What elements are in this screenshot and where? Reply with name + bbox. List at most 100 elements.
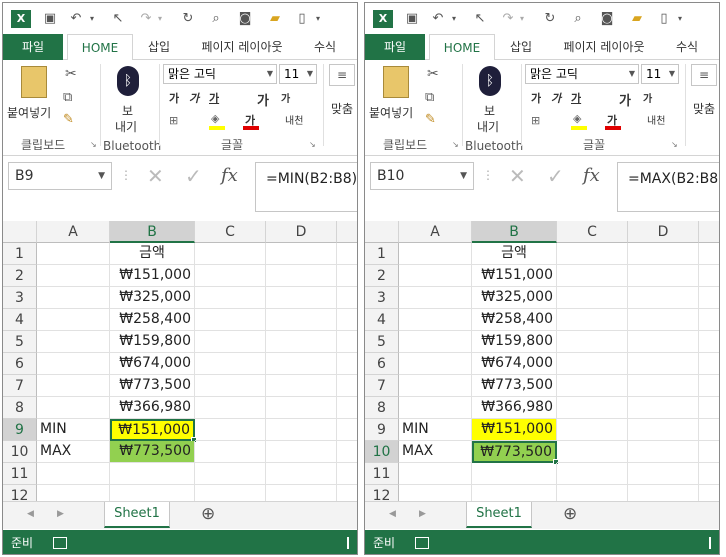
cell-empty[interactable]	[337, 309, 357, 331]
tab-page-layout[interactable]: 페이지 레이아웃	[549, 34, 659, 60]
cell-empty[interactable]	[628, 331, 699, 353]
cell-empty[interactable]	[337, 243, 357, 265]
open-folder-icon[interactable]: ▰	[265, 10, 285, 28]
tab-formulas[interactable]: 수식	[305, 34, 345, 60]
view-icon[interactable]	[709, 537, 715, 549]
scroll-tabs-right-icon[interactable]: ▶	[57, 509, 64, 519]
cell-a10[interactable]: MAX	[37, 441, 110, 463]
cell-empty[interactable]	[628, 397, 699, 419]
format-painter-icon[interactable]: ✎	[425, 112, 436, 127]
cancel-icon[interactable]: ✕	[509, 164, 526, 188]
column-header-d[interactable]: D	[266, 221, 337, 243]
cell-empty[interactable]	[699, 375, 719, 397]
cell-empty[interactable]	[557, 309, 628, 331]
row-header[interactable]: 5	[365, 331, 399, 353]
cell-a1[interactable]	[399, 243, 472, 265]
increase-font-icon[interactable]: 가	[619, 90, 631, 109]
tab-file[interactable]: 파일	[3, 34, 63, 60]
cell-empty[interactable]	[699, 287, 719, 309]
scroll-tabs-right-icon[interactable]: ▶	[419, 509, 426, 519]
cell-empty[interactable]	[557, 265, 628, 287]
column-header-c[interactable]: C	[195, 221, 266, 243]
camera-icon[interactable]: ◙	[597, 10, 617, 28]
tab-file[interactable]: 파일	[365, 34, 425, 60]
cell-empty[interactable]	[557, 397, 628, 419]
cell-a1[interactable]	[37, 243, 110, 265]
send-label-line2[interactable]: 내기	[477, 118, 499, 135]
row-header[interactable]: 6	[365, 353, 399, 375]
undo-icon[interactable]: ↶	[429, 10, 447, 28]
cell-b5[interactable]: ₩159,800	[110, 331, 195, 353]
cell-empty[interactable]	[557, 353, 628, 375]
cell-empty[interactable]	[628, 353, 699, 375]
cell-empty[interactable]	[337, 463, 357, 485]
cell-b7[interactable]: ₩773,500	[472, 375, 557, 397]
cell-a3[interactable]	[37, 287, 110, 309]
column-header-b[interactable]: B	[110, 221, 195, 243]
row-header[interactable]: 4	[365, 309, 399, 331]
row-header[interactable]: 11	[365, 463, 399, 485]
fill-color-icon[interactable]: ◈	[211, 112, 219, 125]
refresh-icon[interactable]: ↻	[179, 10, 197, 28]
cell-a9[interactable]: MIN	[37, 419, 110, 441]
enter-icon[interactable]: ✓	[185, 164, 202, 188]
cell-empty[interactable]	[266, 441, 337, 463]
add-sheet-icon[interactable]: ⊕	[563, 504, 577, 524]
cell-b11[interactable]	[472, 463, 557, 485]
cell-empty[interactable]	[337, 419, 357, 441]
cell-b2[interactable]: ₩151,000	[472, 265, 557, 287]
undo-dropdown-icon[interactable]: ▾	[449, 10, 459, 28]
pointer-icon[interactable]: ↖	[473, 10, 487, 28]
wrap-text-button[interactable]: 맞춤	[331, 100, 353, 117]
print-preview-icon[interactable]: ⌕	[207, 10, 225, 28]
cell-empty[interactable]	[628, 375, 699, 397]
cell-a6[interactable]	[399, 353, 472, 375]
cell-empty[interactable]	[557, 287, 628, 309]
open-folder-icon[interactable]: ▰	[627, 10, 647, 28]
font-launcher-icon[interactable]: ↘	[309, 140, 316, 149]
cell-empty[interactable]	[195, 331, 266, 353]
cell-empty[interactable]	[628, 441, 699, 463]
cell-empty[interactable]	[628, 265, 699, 287]
cell-empty[interactable]	[699, 441, 719, 463]
redo-icon[interactable]: ↷	[499, 10, 517, 28]
clipboard-launcher-icon[interactable]: ↘	[452, 140, 459, 149]
cell-empty[interactable]	[699, 353, 719, 375]
fill-color-icon[interactable]: ◈	[573, 112, 581, 125]
cell-a4[interactable]	[37, 309, 110, 331]
underline-icon[interactable]: 가	[209, 90, 219, 106]
redo-dropdown-icon[interactable]: ▾	[517, 10, 527, 28]
font-size-select[interactable]: 11 ▼	[641, 64, 679, 84]
column-header-a[interactable]: A	[37, 221, 110, 243]
cell-b3[interactable]: ₩325,000	[472, 287, 557, 309]
wrap-text-button[interactable]: 맞춤	[693, 100, 715, 117]
cell-a7[interactable]	[37, 375, 110, 397]
sheet-tab-sheet1[interactable]: Sheet1	[466, 502, 532, 528]
row-header[interactable]: 2	[365, 265, 399, 287]
cell-empty[interactable]	[266, 397, 337, 419]
cell-b9[interactable]: ₩151,000	[472, 419, 557, 441]
cell-empty[interactable]	[266, 353, 337, 375]
row-header[interactable]: 7	[365, 375, 399, 397]
font-launcher-icon[interactable]: ↘	[671, 140, 678, 149]
cell-empty[interactable]	[337, 375, 357, 397]
cell-a6[interactable]	[37, 353, 110, 375]
cell-a7[interactable]	[399, 375, 472, 397]
cell-empty[interactable]	[628, 243, 699, 265]
cell-b1[interactable]: 금액	[110, 243, 195, 265]
cell-b3[interactable]: ₩325,000	[110, 287, 195, 309]
align-top-icon[interactable]: ≡	[691, 64, 717, 86]
tab-home[interactable]: HOME	[429, 34, 495, 61]
row-header[interactable]: 2	[3, 265, 37, 287]
customize-qat-icon[interactable]: ▾	[313, 10, 323, 28]
cell-empty[interactable]	[195, 243, 266, 265]
cell-empty[interactable]	[195, 309, 266, 331]
scroll-tabs-left-icon[interactable]: ◀	[389, 509, 396, 519]
cell-empty[interactable]	[557, 375, 628, 397]
cell-empty[interactable]	[557, 463, 628, 485]
decrease-font-icon[interactable]: 가	[643, 90, 652, 105]
row-header[interactable]: 1	[3, 243, 37, 265]
cell-b6[interactable]: ₩674,000	[472, 353, 557, 375]
font-size-select[interactable]: 11 ▼	[279, 64, 317, 84]
cell-empty[interactable]	[195, 287, 266, 309]
